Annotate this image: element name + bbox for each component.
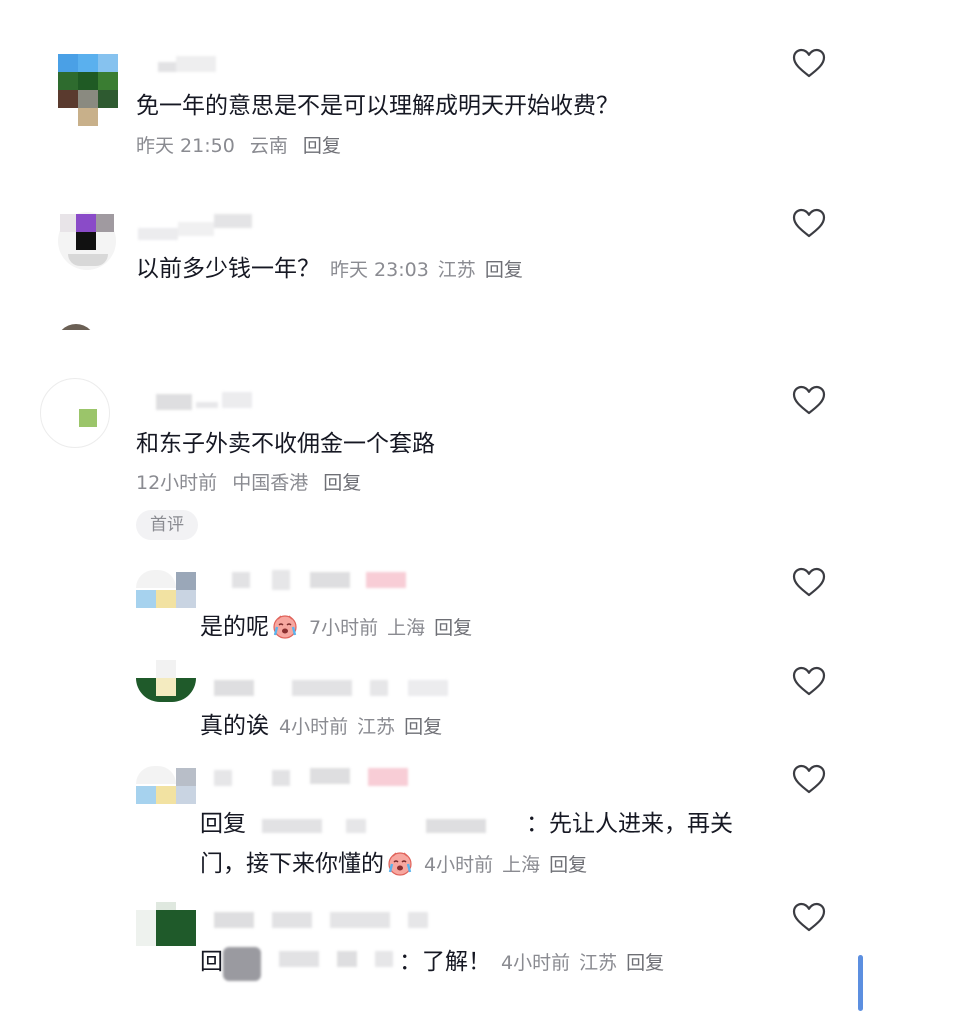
- reply-time: 4小时前: [424, 854, 494, 876]
- username[interactable]: [232, 570, 412, 592]
- crying-face-emoji: [271, 613, 299, 639]
- username[interactable]: [214, 766, 414, 790]
- reply-location: 上海: [387, 617, 426, 639]
- comment-location: 中国香港: [232, 472, 309, 494]
- reply-text-line: 是的呢 7小时前 上海 回复: [200, 607, 472, 641]
- avatar-edge: [56, 324, 96, 330]
- reply-text: ：先让人进来，再关: [526, 811, 733, 837]
- reply-location: 上海: [502, 854, 541, 876]
- reply-meta: 4小时前 上海 回复: [424, 854, 587, 876]
- reply-location: 江苏: [357, 716, 396, 738]
- reply-text: 真的诶: [200, 713, 269, 739]
- avatar[interactable]: [56, 210, 118, 272]
- reply-time: 4小时前: [501, 952, 571, 974]
- comment-text: 以前多少钱一年？: [136, 256, 320, 282]
- comment-text: 和东子外卖不收佣金一个套路: [136, 431, 435, 457]
- avatar[interactable]: [136, 660, 196, 706]
- crying-face-emoji: [386, 850, 414, 876]
- reply-text-line: 回 ：了解！ 4小时前 江苏 回复: [200, 942, 664, 981]
- reply-button[interactable]: 回复: [404, 716, 442, 738]
- avatar[interactable]: [40, 378, 110, 448]
- reply-time: 7小时前: [309, 617, 379, 639]
- comment-time: 12小时前: [136, 472, 218, 494]
- avatar[interactable]: [58, 54, 118, 126]
- username[interactable]: [214, 910, 454, 932]
- comment-location: 江苏: [437, 259, 476, 281]
- like-heart-icon[interactable]: [792, 208, 826, 238]
- avatar[interactable]: [136, 568, 196, 610]
- reply-button[interactable]: 回复: [549, 854, 587, 876]
- reply-prefix: 回复: [200, 811, 246, 837]
- comment-text: 免一年的意思是不是可以理解成明天开始收费？: [136, 93, 619, 119]
- first-comment-badge: 首评: [136, 510, 198, 540]
- comment-location: 云南: [249, 135, 288, 157]
- reply-text-line: 真的诶 4小时前 江苏 回复: [200, 706, 442, 740]
- reply-meta: 7小时前 上海 回复: [309, 617, 472, 639]
- reply-text: ：了解！: [399, 949, 491, 975]
- comment-text-line: 以前多少钱一年？ 昨天 23:03 江苏 回复: [136, 249, 523, 283]
- scrollbar[interactable]: [858, 955, 863, 1011]
- reply-meta: 4小时前 江苏 回复: [279, 716, 442, 738]
- reply-button[interactable]: 回复: [323, 472, 361, 494]
- reply-meta: 4小时前 江苏 回复: [501, 952, 664, 974]
- like-heart-icon[interactable]: [792, 567, 826, 597]
- reply-button[interactable]: 回复: [626, 952, 664, 974]
- like-heart-icon[interactable]: [792, 666, 826, 696]
- reply-text-line-2: 门，接下来你懂的 4小时前 上海 回复: [200, 844, 587, 878]
- reply-text: 门，接下来你懂的: [200, 851, 384, 877]
- username[interactable]: [138, 214, 254, 242]
- like-heart-icon[interactable]: [792, 385, 826, 415]
- username[interactable]: [156, 392, 254, 412]
- reply-text: 是的呢: [200, 614, 269, 640]
- like-heart-icon[interactable]: [792, 764, 826, 794]
- avatar[interactable]: [136, 902, 196, 946]
- reply-time: 4小时前: [279, 716, 349, 738]
- reply-button[interactable]: 回复: [434, 617, 472, 639]
- comment-time: 昨天 21:50: [136, 135, 235, 157]
- reply-prefix: 回: [200, 949, 223, 975]
- username[interactable]: [214, 678, 450, 698]
- avatar[interactable]: [136, 764, 196, 806]
- comment-time: 昨天 23:03: [330, 259, 429, 281]
- reply-button[interactable]: 回复: [485, 259, 523, 281]
- reply-button[interactable]: 回复: [303, 135, 341, 157]
- reply-location: 江苏: [579, 952, 618, 974]
- like-heart-icon[interactable]: [792, 902, 826, 932]
- comment-meta: 昨天 21:50 云南 回复: [136, 131, 341, 158]
- comment-meta: 12小时前 中国香港 回复: [136, 468, 361, 495]
- mentioned-username[interactable]: [223, 947, 399, 981]
- username[interactable]: [158, 56, 216, 74]
- reply-text-line-1: 回复 ：先让人进来，再关: [200, 804, 733, 838]
- comment-meta: 昨天 23:03 江苏 回复: [330, 259, 523, 281]
- mentioned-username[interactable]: [246, 815, 526, 833]
- like-heart-icon[interactable]: [792, 48, 826, 78]
